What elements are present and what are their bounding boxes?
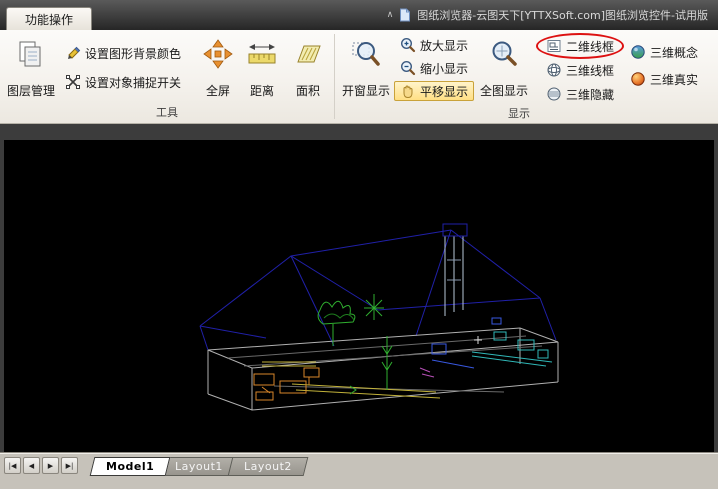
tab-model[interactable]: Model1 [90, 457, 171, 476]
wireframe-house-drawing [4, 140, 714, 452]
tools-group-label: 工具 [0, 103, 334, 123]
nav-next-button[interactable]: ▶ [42, 457, 59, 474]
ribbon-group-display: 开窗显示 放大显示 [335, 30, 703, 123]
realistic-3d-button[interactable]: 三维真实 [624, 69, 704, 89]
wire-sphere-icon [546, 62, 562, 78]
tab-layout2-label: Layout2 [244, 460, 292, 473]
wireframe-3d-button[interactable]: 三维线框 [540, 60, 620, 80]
conceptual-3d-button[interactable]: 三维概念 [624, 42, 704, 62]
fullscreen-button[interactable]: 全屏 [197, 33, 239, 101]
striped-sphere-icon [546, 86, 562, 102]
window-title: 图纸浏览器-云图天下[YTTXSoft.com]图纸浏览控件-试用版 [417, 7, 708, 23]
display-group-label: 显示 [335, 104, 703, 124]
ribbon-collapse-chevron-icon[interactable]: ∧ [387, 10, 394, 20]
app-window: 功能操作 ∧ 图纸浏览器-云图天下[YTTXSoft.com]图纸浏览控件-试用… [0, 0, 718, 489]
tab-function-operations[interactable]: 功能操作 [6, 7, 92, 30]
magnifier-plus-icon [400, 37, 416, 53]
set-bg-color-button[interactable]: 设置图形背景颜色 [59, 43, 187, 63]
titlebar: 功能操作 ∧ 图纸浏览器-云图天下[YTTXSoft.com]图纸浏览控件-试用… [0, 0, 718, 30]
area-label: 面积 [296, 85, 320, 98]
move-arrows-icon [202, 38, 234, 70]
distance-label: 距离 [250, 85, 274, 98]
zoom-out-button[interactable]: 缩小显示 [394, 58, 474, 78]
blue-green-sphere-icon [630, 44, 646, 60]
fullscreen-label: 全屏 [206, 85, 230, 98]
ruler-icon [246, 38, 278, 70]
nav-first-button[interactable]: |◀ [4, 457, 21, 474]
window-zoom-label: 开窗显示 [342, 85, 390, 98]
fit-view-label: 全图显示 [480, 85, 528, 98]
pencil-icon [65, 45, 81, 61]
hidden-3d-button[interactable]: 三维隐藏 [540, 84, 620, 104]
snap-cross-icon [65, 74, 81, 90]
tab-model-label: Model1 [106, 460, 154, 473]
wireframe-3d-label: 三维线框 [566, 62, 614, 79]
zoom-in-button[interactable]: 放大显示 [394, 35, 474, 55]
tab-layout2[interactable]: Layout2 [228, 457, 309, 476]
zoom-in-label: 放大显示 [420, 37, 468, 54]
canvas-top-margin [0, 124, 718, 140]
realistic-3d-label: 三维真实 [650, 71, 698, 88]
layer-manager-label: 图层管理 [7, 85, 55, 98]
set-bg-color-label: 设置图形背景颜色 [85, 45, 181, 62]
fit-view-button[interactable]: 全图显示 [476, 33, 532, 101]
magnifier-minus-icon [400, 60, 416, 76]
layer-manager-button[interactable]: 图层管理 [3, 33, 59, 101]
set-osnap-button[interactable]: 设置对象捕捉开关 [59, 72, 187, 92]
nav-prev-button[interactable]: ◀ [23, 457, 40, 474]
wireframe-2d-label: 二维线框 [566, 38, 614, 55]
window-title-area: ∧ 图纸浏览器-云图天下[YTTXSoft.com]图纸浏览控件-试用版 [387, 0, 708, 30]
plan-2d-icon [546, 38, 562, 54]
orange-sphere-icon [630, 71, 646, 87]
set-osnap-label: 设置对象捕捉开关 [85, 74, 181, 91]
ribbon-group-tools: 图层管理 设置图形背景颜色 [0, 30, 334, 123]
tab-layout1-label: Layout1 [175, 460, 223, 473]
zoom-out-label: 缩小显示 [420, 60, 468, 77]
statusbar: |◀ ◀ ▶ ▶| Model1 Layout1 Layout2 [0, 452, 718, 489]
magnifier-window-icon [350, 38, 382, 70]
layers-icon [15, 38, 47, 70]
hatched-area-icon [292, 38, 324, 70]
ribbon: 图层管理 设置图形背景颜色 [0, 30, 718, 124]
distance-button[interactable]: 距离 [239, 33, 285, 101]
hand-icon [400, 83, 416, 99]
window-zoom-button[interactable]: 开窗显示 [338, 33, 394, 101]
drawing-canvas[interactable] [0, 140, 718, 452]
document-icon [399, 8, 411, 22]
layout-tabs: Model1 Layout1 Layout2 [86, 457, 299, 476]
conceptual-3d-label: 三维概念 [650, 44, 698, 61]
area-button[interactable]: 面积 [285, 33, 331, 101]
pan-label: 平移显示 [420, 83, 468, 100]
magnifier-grid-icon [488, 38, 520, 70]
wireframe-2d-button[interactable]: 二维线框 [540, 36, 620, 56]
pan-button[interactable]: 平移显示 [394, 81, 474, 101]
hidden-3d-label: 三维隐藏 [566, 86, 614, 103]
nav-last-button[interactable]: ▶| [61, 457, 78, 474]
